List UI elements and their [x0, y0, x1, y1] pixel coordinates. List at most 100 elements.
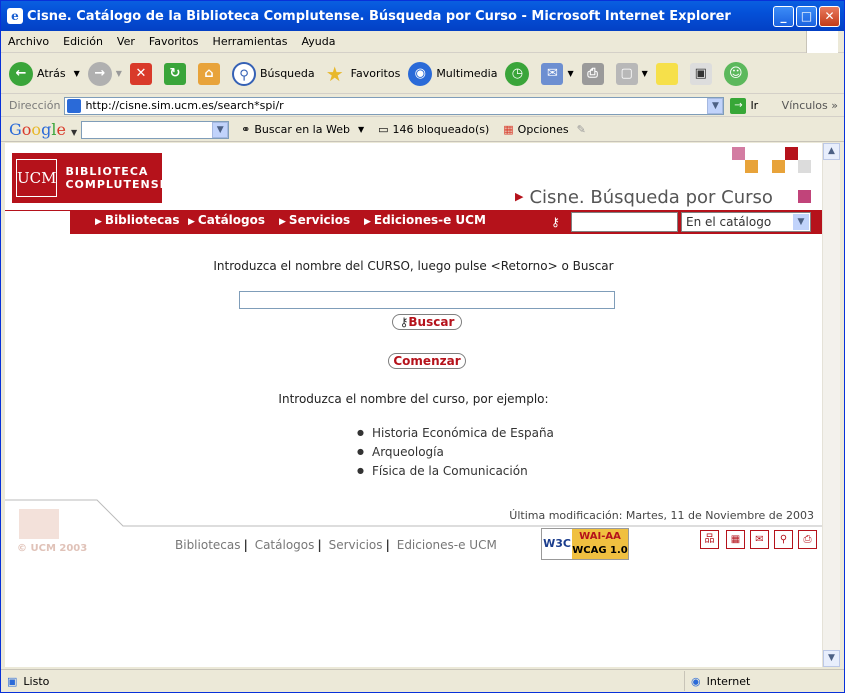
- address-input[interactable]: http://cisne.sim.ucm.es/search*spi/r ▼: [64, 96, 725, 115]
- ucm-logo[interactable]: UCM BIBLIOTECA COMPLUTENSE: [12, 153, 167, 203]
- note-icon: [655, 62, 678, 85]
- comenzar-button[interactable]: Comenzar: [388, 353, 466, 369]
- wai-badge[interactable]: W3C WAI-AA WCAG 1.0: [541, 528, 629, 560]
- triangle-icon: ▶: [515, 190, 524, 203]
- course-search-input[interactable]: [239, 291, 615, 309]
- building-icon[interactable]: ▦: [726, 530, 745, 549]
- status-text: Listo: [23, 674, 50, 688]
- ucm-logo-mark: UCM: [16, 159, 58, 197]
- nav-catalogos[interactable]: ▶ Catálogos: [188, 213, 265, 227]
- page-status-icon: ▣: [7, 674, 18, 688]
- menu-ayuda[interactable]: Ayuda: [294, 35, 342, 48]
- edit-icon: ▢: [615, 62, 638, 85]
- edit-button[interactable]: ▢ ▼: [615, 62, 648, 85]
- menu-herramientas[interactable]: Herramientas: [206, 35, 295, 48]
- address-dropdown-icon[interactable]: ▼: [707, 97, 724, 114]
- menu-favoritos[interactable]: Favoritos: [142, 35, 206, 48]
- page-heading: ▶ Cisne. Búsqueda por Curso: [515, 187, 773, 208]
- buscar-button[interactable]: ⚷Buscar: [392, 314, 462, 330]
- star-icon: ★: [325, 61, 344, 86]
- decorative-square: [798, 190, 811, 203]
- logo-line-2: COMPLUTENSE: [65, 178, 169, 191]
- back-dropdown-icon[interactable]: ▼: [74, 69, 80, 78]
- history-button[interactable]: ◷: [505, 61, 533, 86]
- home-button[interactable]: ⌂: [197, 62, 224, 85]
- scroll-down-icon[interactable]: ▼: [823, 650, 840, 667]
- messenger-button[interactable]: ☺: [723, 61, 752, 86]
- decorative-square: [745, 160, 758, 173]
- google-dropdown-icon[interactable]: ▼: [212, 121, 229, 138]
- google-search-input[interactable]: ▼: [81, 120, 230, 139]
- browser-window: e Cisne. Catálogo de la Biblioteca Compl…: [0, 0, 845, 693]
- instruction-text: Introduzca el nombre del CURSO, luego pu…: [213, 259, 614, 273]
- footer-link-catalogos[interactable]: Catálogos: [255, 538, 315, 552]
- scroll-up-icon[interactable]: ▲: [823, 143, 840, 160]
- back-arrow-icon: ←: [9, 61, 33, 86]
- nav-scope-select[interactable]: En el catálogo ▼: [681, 212, 811, 232]
- wai-line-1: WAI-AA: [579, 531, 621, 542]
- go-button[interactable]: → Ir: [730, 97, 758, 114]
- decorative-square: [798, 160, 811, 173]
- title-bar: e Cisne. Catálogo de la Biblioteca Compl…: [1, 1, 844, 31]
- forward-dropdown-icon[interactable]: ▼: [116, 69, 122, 78]
- example-list: Historia Económica de España Arqueología…: [357, 426, 554, 483]
- mail-icon[interactable]: ✉: [750, 530, 769, 549]
- google-search-web-button[interactable]: ⚭ Buscar en la Web ▼: [241, 123, 364, 136]
- footer-links: Bibliotecas | Catálogos | Servicios | Edici…: [175, 538, 497, 552]
- nav-ediciones[interactable]: ▶ Ediciones-e UCM: [364, 213, 486, 227]
- address-url: http://cisne.sim.ucm.es/search*spi/r: [85, 99, 284, 112]
- forward-button[interactable]: → ▼: [87, 61, 122, 86]
- standard-toolbar: ← Atrás ▼ → ▼ ✕ ↻ ⌂ ⚲ Búsqueda ★ Favorit…: [1, 54, 844, 94]
- links-label[interactable]: Vínculos »: [782, 99, 838, 112]
- vertical-scrollbar[interactable]: ▲ ▼: [822, 143, 840, 667]
- popup-blocker-button[interactable]: ▭ 146 bloqueado(s): [378, 123, 489, 136]
- print-button[interactable]: ⎙: [581, 62, 608, 85]
- list-item: Historia Económica de España: [357, 426, 554, 440]
- wai-line-2: WCAG 1.0: [572, 545, 628, 556]
- menu-edicion[interactable]: Edición: [56, 35, 110, 48]
- refresh-icon: ↻: [163, 62, 186, 85]
- google-options-button[interactable]: ▦ Opciones ✎: [503, 123, 586, 136]
- google-logo[interactable]: Google ▼: [9, 120, 77, 139]
- favorites-button[interactable]: ★ Favoritos: [323, 62, 401, 86]
- binoculars-icon: ⚭: [241, 123, 251, 136]
- nav-servicios[interactable]: ▶ Servicios: [279, 213, 350, 227]
- stop-button[interactable]: ✕: [129, 62, 156, 85]
- phone-icon: ▣: [689, 62, 712, 85]
- select-dropdown-icon: ▼: [793, 214, 809, 230]
- nav-search-input[interactable]: [571, 212, 678, 232]
- media-globe-icon: ◉: [408, 61, 433, 86]
- highlighter-icon[interactable]: ✎: [577, 123, 586, 136]
- minimize-button[interactable]: _: [773, 5, 794, 27]
- home-icon: ⌂: [197, 62, 220, 85]
- search-icon[interactable]: ⚲: [774, 530, 793, 549]
- print-icon[interactable]: ⎙: [798, 530, 817, 549]
- page-viewport: UCM BIBLIOTECA COMPLUTENSE ▶ Cisne. Búsque…: [5, 143, 822, 667]
- nav-bibliotecas[interactable]: ▶ Bibliotecas: [95, 213, 179, 227]
- ie-icon: e: [7, 8, 23, 24]
- search-button[interactable]: ⚲ Búsqueda: [231, 61, 315, 86]
- close-button[interactable]: ✕: [819, 5, 840, 27]
- footer-link-ediciones[interactable]: Ediciones-e UCM: [397, 538, 497, 552]
- notes-button[interactable]: [655, 62, 682, 85]
- sitemap-icon[interactable]: 品: [700, 530, 719, 549]
- messenger-phone-button[interactable]: ▣: [689, 62, 716, 85]
- footer-link-servicios[interactable]: Servicios: [329, 538, 383, 552]
- menu-ver[interactable]: Ver: [110, 35, 142, 48]
- maximize-button[interactable]: □: [796, 5, 817, 27]
- logo-line-1: BIBLIOTECA: [65, 165, 149, 178]
- media-button[interactable]: ◉ Multimedia: [408, 61, 497, 86]
- forward-arrow-icon: →: [87, 61, 112, 86]
- decorative-square: [785, 147, 798, 160]
- back-button[interactable]: ← Atrás ▼: [9, 61, 80, 86]
- mail-button[interactable]: ✉ ▼: [541, 62, 574, 85]
- popup-blocker-icon: ▭: [378, 123, 389, 136]
- footer-link-bibliotecas[interactable]: Bibliotecas: [175, 538, 240, 552]
- decorative-square: [732, 147, 745, 160]
- menu-archivo[interactable]: Archivo: [1, 35, 56, 48]
- internet-globe-icon: ◉: [691, 674, 701, 688]
- w3c-logo: W3C: [542, 529, 572, 559]
- refresh-button[interactable]: ↻: [163, 62, 190, 85]
- list-item: Física de la Comunicación: [357, 464, 554, 478]
- copyright: © UCM 2003: [17, 543, 88, 554]
